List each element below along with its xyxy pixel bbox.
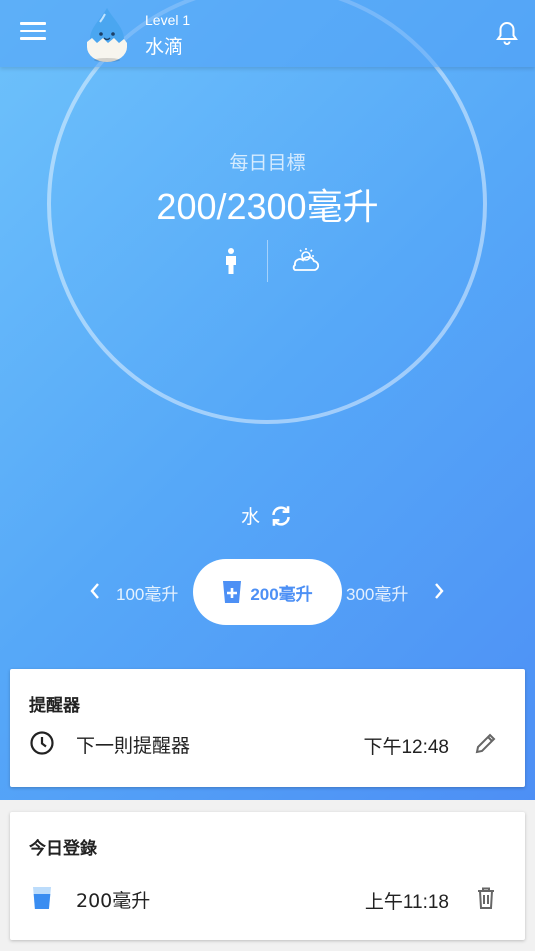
chevron-left-icon[interactable] bbox=[88, 581, 102, 601]
level-label: Level 1 bbox=[145, 12, 191, 28]
delete-icon[interactable] bbox=[473, 885, 499, 911]
water-cup-icon bbox=[33, 887, 51, 909]
chevron-right-icon[interactable] bbox=[432, 581, 446, 601]
app-bar: Level 1 水滴 bbox=[0, 0, 535, 67]
cup-size-prev[interactable]: 100毫升 bbox=[116, 580, 178, 605]
edit-icon[interactable] bbox=[473, 730, 499, 756]
character-name: 水滴 bbox=[145, 36, 184, 58]
daily-goal-label: 每日目標 bbox=[229, 152, 306, 174]
weather-icon[interactable] bbox=[288, 246, 320, 274]
log-entry-row[interactable]: 200毫升 上午11:18 bbox=[10, 878, 525, 918]
today-log-title: 今日登錄 bbox=[29, 839, 97, 859]
reminder-card-title: 提醒器 bbox=[29, 696, 80, 716]
drink-type-label: 水 bbox=[240, 506, 260, 528]
menu-icon[interactable] bbox=[20, 22, 46, 44]
bell-icon[interactable] bbox=[495, 20, 519, 46]
today-log-card: 今日登錄 200毫升 上午11:18 bbox=[10, 812, 525, 940]
next-reminder-label: 下一則提醒器 bbox=[76, 735, 191, 757]
person-icon[interactable] bbox=[224, 248, 238, 274]
cup-size-selected[interactable]: 200毫升 bbox=[193, 559, 342, 625]
cup-size-selector: 100毫升 200毫升 300毫升 bbox=[0, 559, 535, 625]
water-drop-mascot[interactable] bbox=[84, 6, 130, 62]
goal-divider bbox=[267, 240, 268, 282]
cup-size-next[interactable]: 300毫升 bbox=[346, 580, 408, 605]
cup-add-icon bbox=[223, 581, 242, 603]
drink-type-selector[interactable]: 水 bbox=[0, 502, 535, 529]
reminder-card: 提醒器 下一則提醒器 下午12:48 bbox=[10, 669, 525, 787]
log-entry-time: 上午11:18 bbox=[364, 892, 449, 913]
sync-icon bbox=[272, 505, 290, 526]
daily-goal-value: 200/2300毫升 bbox=[156, 186, 379, 227]
cup-size-selected-label: 200毫升 bbox=[250, 584, 313, 604]
log-entry-amount: 200毫升 bbox=[76, 890, 151, 912]
next-reminder-time: 下午12:48 bbox=[363, 737, 449, 758]
clock-icon bbox=[30, 731, 54, 755]
next-reminder-row[interactable]: 下一則提醒器 下午12:48 bbox=[10, 723, 525, 763]
